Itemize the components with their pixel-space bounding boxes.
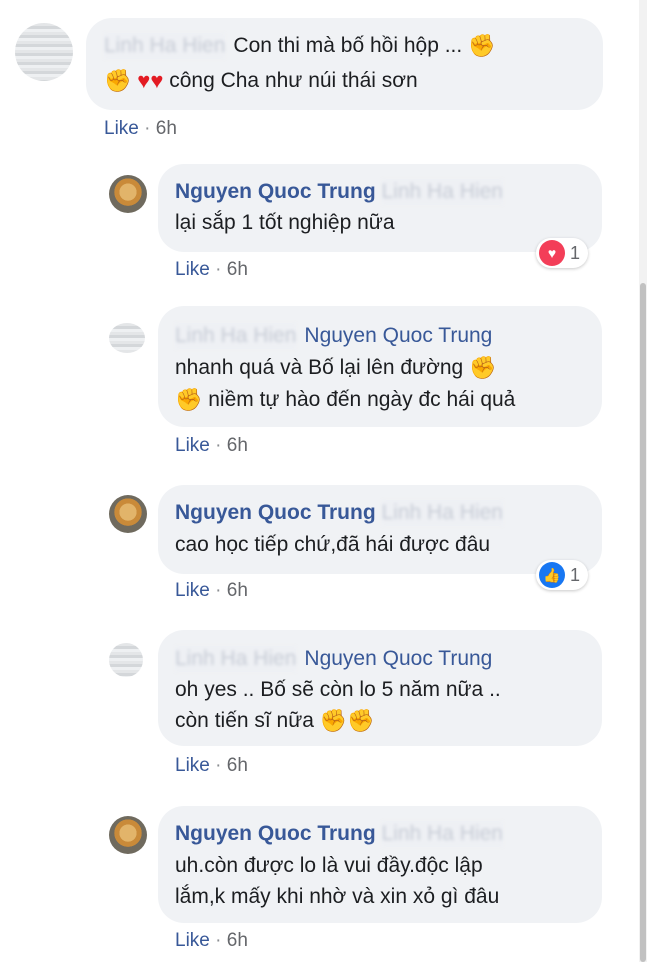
red-heart-emoji-icon: ♥ [137,68,151,94]
flexed-biceps-emoji-icon: ✊ [347,708,375,734]
flexed-biceps-emoji-icon: ✊ [175,387,203,413]
timestamp[interactable]: 6h [227,435,248,456]
red-heart-emoji-icon: ♥ [150,68,164,94]
comment-actions: Like · 6h [175,258,248,282]
comment-text-line: Linh Ha Hien Nguyen Quoc Trung [175,323,492,349]
timestamp[interactable]: 6h [227,259,248,280]
separator-dot: · [215,259,222,280]
reaction-count: 1 [570,242,581,263]
separator-dot: · [144,118,151,139]
timestamp[interactable]: 6h [156,118,177,139]
like-link[interactable]: Like [175,580,210,601]
reaction-summary[interactable]: 👍 1 [536,560,589,590]
timestamp[interactable]: 6h [227,755,248,776]
comment-text-line: Nguyen Quoc Trung Linh Ha Hien [175,500,511,526]
comment-text-line: ✊ niềm tự hào đến ngày đc hái quả [175,387,515,413]
flexed-biceps-emoji-icon: ✊ [468,33,496,59]
comment-text-line: Nguyen Quoc Trung Linh Ha Hien [175,821,511,847]
separator-dot: · [215,930,222,951]
avatar[interactable] [109,175,147,213]
comment-text: oh yes .. Bố sẽ còn lo 5 năm nữa .. [175,678,501,701]
comment-text: niềm tự hào đến ngày đc hái quả [208,388,516,411]
comment-text: nhanh quá và Bố lại lên đường [175,356,464,379]
comment-text-line: Linh Ha Hien Con thi mà bố hồi hộp ... ✊ [104,33,495,59]
comment-text-line: lại sắp 1 tốt nghiệp nữa [175,210,395,236]
author-name[interactable]: Nguyen Quoc Trung [175,180,376,203]
comment-text-line: oh yes .. Bố sẽ còn lo 5 năm nữa .. [175,677,501,703]
reaction-summary[interactable]: ♥ 1 [536,238,589,268]
heart-reaction-icon: ♥ [539,240,565,266]
separator-dot: · [215,435,222,456]
avatar[interactable] [109,495,147,533]
comment-text: Con thi mà bố hồi hộp ... [233,34,463,57]
comment-bubble [158,485,602,574]
comment-text-line: nhanh quá và Bố lại lên đường ✊ [175,355,496,381]
comment-text-line: lắm,k mấy khi nhờ và xin xỏ gì đâu [175,884,499,910]
comment-bubble [86,18,603,110]
flexed-biceps-emoji-icon: ✊ [469,355,497,381]
comment-text-line: uh.còn được lo là vui đầy.độc lập [175,853,483,879]
comment-actions: Like · 6h [175,929,248,953]
comment-text: cao học tiếp chứ,đã hái được đâu [175,533,491,556]
comment-actions: Like · 6h [104,117,177,141]
tagged-name[interactable]: Nguyen Quoc Trung [304,324,492,347]
comment-actions: Like · 6h [175,579,248,603]
like-link[interactable]: Like [175,930,210,951]
reaction-count: 1 [570,564,581,585]
tagged-name[interactable]: Linh Ha Hien [381,179,503,205]
comment-text-line: ✊ ♥♥ công Cha như núi thái sơn [104,68,418,94]
tagged-name[interactable]: Nguyen Quoc Trung [304,647,492,670]
avatar[interactable] [15,23,73,81]
comment-text: công Cha như núi thái sơn [169,69,418,92]
comment-text-line: Nguyen Quoc Trung Linh Ha Hien [175,179,511,205]
like-link[interactable]: Like [175,259,210,280]
author-name[interactable]: Linh Ha Hien [175,323,297,349]
tagged-name[interactable]: Linh Ha Hien [381,821,503,847]
comment-text-line: cao học tiếp chứ,đã hái được đâu [175,532,490,558]
comment-text-line: còn tiến sĩ nữa ✊✊ [175,708,375,734]
comment-text: lắm,k mấy khi nhờ và xin xỏ gì đâu [175,885,500,908]
avatar[interactable] [109,643,143,677]
separator-dot: · [215,580,222,601]
comment-actions: Like · 6h [175,434,248,458]
avatar[interactable] [109,816,147,854]
separator-dot: · [215,755,222,776]
author-name[interactable]: Nguyen Quoc Trung [175,501,376,524]
comment-bubble [158,164,602,252]
like-link[interactable]: Like [175,755,210,776]
scrollbar-thumb[interactable] [640,283,646,962]
author-name[interactable]: Nguyen Quoc Trung [175,822,376,845]
timestamp[interactable]: 6h [227,930,248,951]
comment-text-line: Linh Ha Hien Nguyen Quoc Trung [175,646,492,672]
comment-actions: Like · 6h [175,754,248,778]
tagged-name[interactable]: Linh Ha Hien [381,500,503,526]
like-link[interactable]: Like [104,118,139,139]
flexed-biceps-emoji-icon: ✊ [319,708,348,734]
comment-text: còn tiến sĩ nữa [175,709,314,732]
comment-text: uh.còn được lo là vui đầy.độc lập [175,854,483,877]
timestamp[interactable]: 6h [227,580,248,601]
comment-text: lại sắp 1 tốt nghiệp nữa [175,211,395,234]
like-link[interactable]: Like [175,435,210,456]
avatar[interactable] [109,323,145,353]
flexed-biceps-emoji-icon: ✊ [104,68,132,94]
thumbs-up-reaction-icon: 👍 [539,562,565,588]
author-name[interactable]: Linh Ha Hien [175,646,297,672]
author-name[interactable]: Linh Ha Hien [104,33,226,59]
